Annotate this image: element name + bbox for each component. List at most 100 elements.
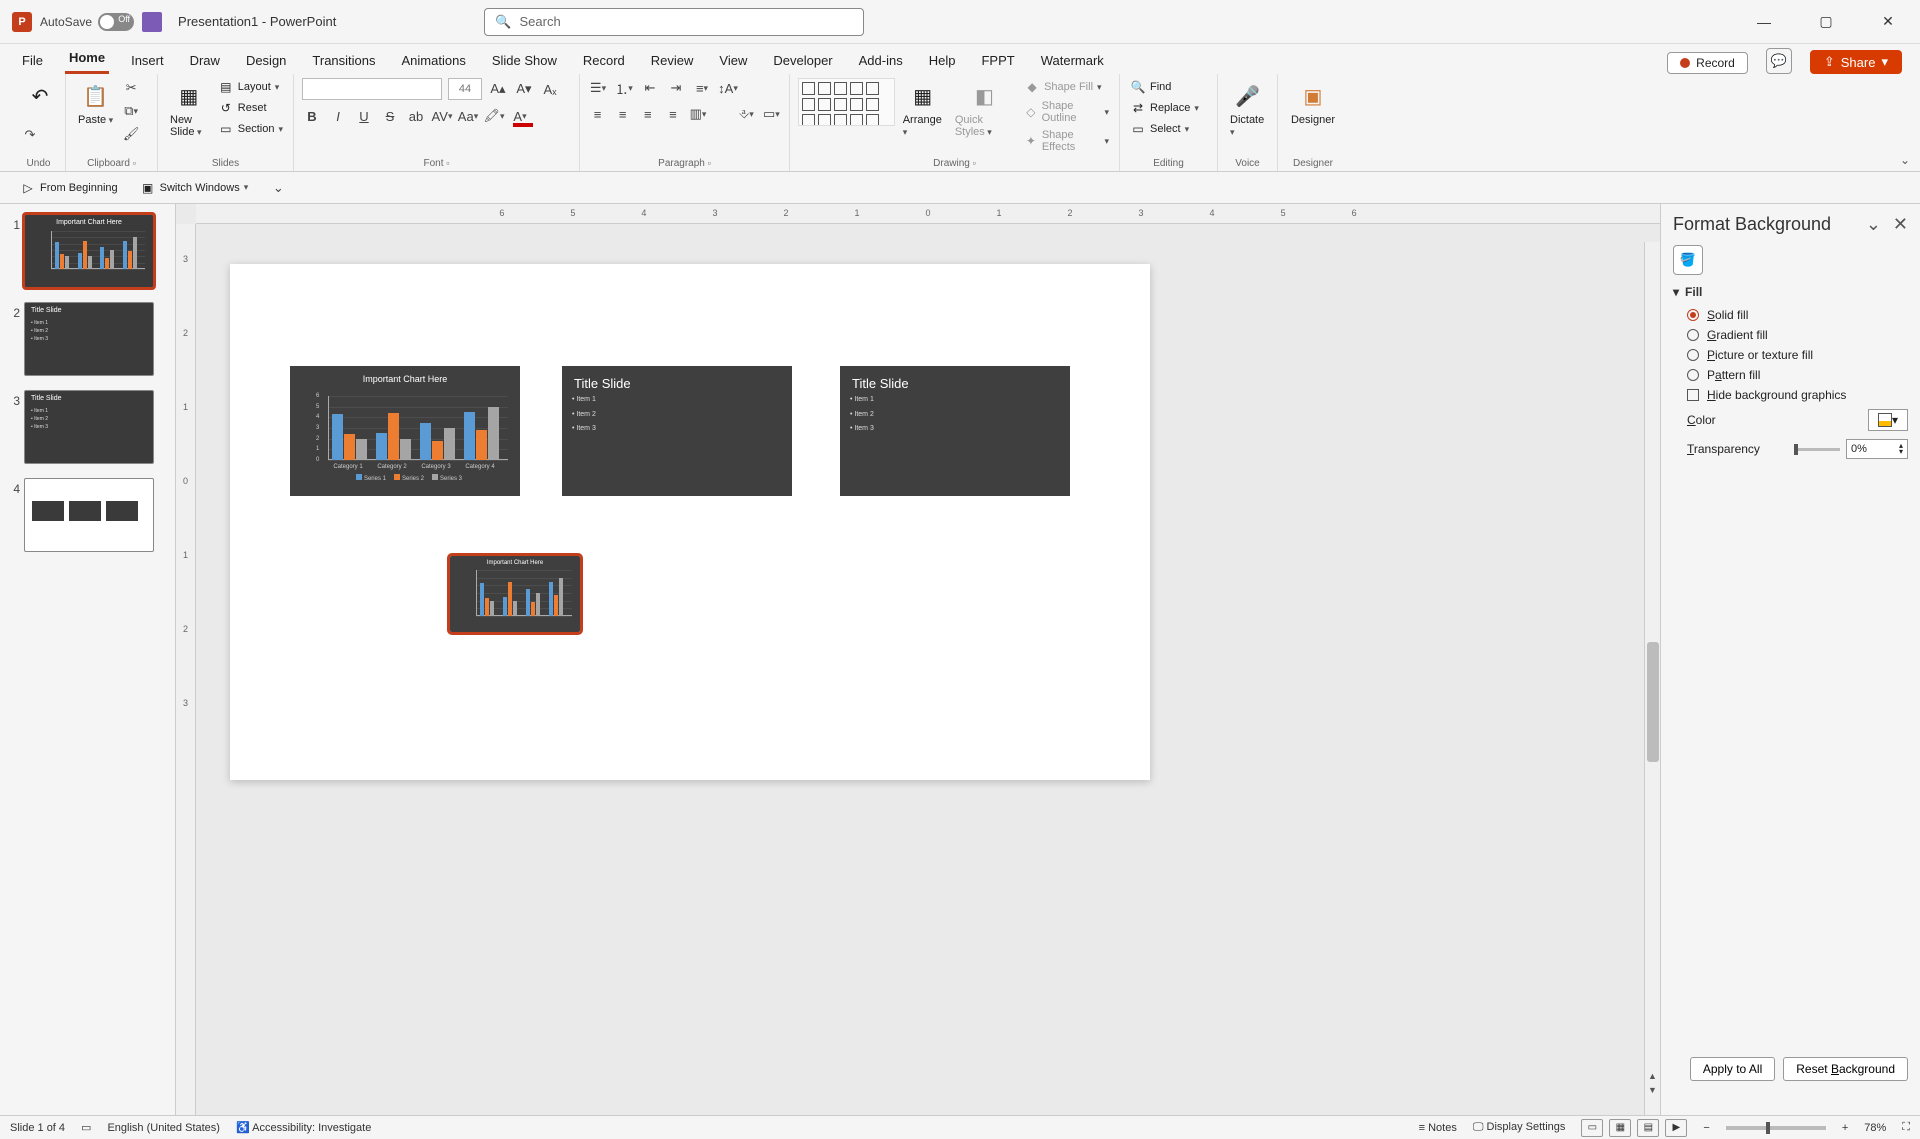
transparency-slider[interactable] — [1794, 448, 1840, 451]
italic-button[interactable]: I — [328, 106, 348, 126]
pane-close-button[interactable]: ✕ — [1893, 214, 1908, 235]
tab-addins[interactable]: Add-ins — [855, 48, 907, 74]
shapes-gallery[interactable] — [798, 78, 895, 126]
language-button[interactable]: English (United States) — [107, 1122, 220, 1134]
increase-font-button[interactable]: A▴ — [488, 79, 508, 99]
apply-to-all-button[interactable]: Apply to All — [1690, 1057, 1775, 1081]
scrollbar-thumb[interactable] — [1647, 642, 1659, 762]
char-spacing-button[interactable]: AV — [432, 106, 452, 126]
columns-button[interactable]: ▥ — [688, 104, 707, 124]
slideshow-view-button[interactable]: ▶ — [1665, 1119, 1687, 1137]
reset-button[interactable]: ↺Reset — [216, 99, 285, 117]
autosave-switch[interactable] — [98, 13, 134, 31]
reading-view-button[interactable]: ▤ — [1637, 1119, 1659, 1137]
decrease-indent-button[interactable]: ⇤ — [640, 78, 660, 98]
increase-indent-button[interactable]: ⇥ — [666, 78, 686, 98]
picture-fill-radio[interactable]: Picture or texture fill — [1673, 345, 1908, 365]
pattern-fill-radio[interactable]: Pattern fill — [1673, 365, 1908, 385]
quick-styles-button[interactable]: ◧Quick Styles — [951, 78, 1018, 140]
underline-button[interactable]: U — [354, 106, 374, 126]
redo-button[interactable]: ↷ — [20, 125, 40, 145]
align-text-button[interactable]: ⎀ — [737, 104, 756, 124]
justify-button[interactable]: ≡ — [663, 104, 682, 124]
text-direction-button[interactable]: ↕A — [718, 78, 738, 98]
transparency-input[interactable]: 0%▴▾ — [1846, 439, 1908, 459]
arrange-button[interactable]: ▦Arrange — [899, 78, 947, 140]
font-name-input[interactable] — [302, 78, 442, 100]
tab-record[interactable]: Record — [579, 48, 629, 74]
slide-thumb-4[interactable] — [24, 478, 154, 552]
autosave-toggle[interactable]: AutoSave — [40, 13, 134, 31]
line-spacing-button[interactable]: ≡ — [692, 78, 712, 98]
maximize-button[interactable]: ▢ — [1806, 2, 1846, 42]
tab-help[interactable]: Help — [925, 48, 960, 74]
shape-effects-button[interactable]: ✦Shape Effects — [1022, 128, 1111, 154]
bold-button[interactable]: B — [302, 106, 322, 126]
tab-home[interactable]: Home — [65, 45, 109, 74]
fill-section-toggle[interactable]: ▾Fill — [1673, 285, 1908, 299]
collapse-ribbon-button[interactable]: ⌄ — [1900, 153, 1910, 167]
fill-color-picker[interactable]: ▾ — [1868, 409, 1908, 431]
decrease-font-button[interactable]: A▾ — [514, 79, 534, 99]
zoom-level[interactable]: 78% — [1864, 1122, 1886, 1134]
format-painter-button[interactable]: 🖌 — [121, 124, 141, 144]
change-case-button[interactable]: Aa — [458, 106, 478, 126]
align-center-button[interactable]: ≡ — [613, 104, 632, 124]
copy-button[interactable]: ⧉ — [121, 101, 141, 121]
hide-bg-graphics-checkbox[interactable]: Hide background graphics — [1673, 385, 1908, 405]
accessibility-button[interactable]: ♿ Accessibility: Investigate — [236, 1121, 371, 1134]
fit-to-window-button[interactable]: ⛶ — [1902, 1121, 1910, 1134]
vertical-ruler[interactable]: 3210123 — [176, 224, 196, 1115]
align-left-button[interactable]: ≡ — [588, 104, 607, 124]
text-shadow-button[interactable]: ab — [406, 106, 426, 126]
normal-view-button[interactable]: ▭ — [1581, 1119, 1603, 1137]
shape-fill-button[interactable]: ◆Shape Fill — [1022, 78, 1111, 96]
share-button[interactable]: ⇪Share▾ — [1810, 50, 1902, 74]
search-input[interactable]: 🔍 Search — [484, 8, 864, 36]
shape-outline-button[interactable]: ◇Shape Outline — [1022, 99, 1111, 125]
font-size-input[interactable] — [448, 78, 482, 100]
tab-fppt[interactable]: FPPT — [977, 48, 1018, 74]
slide-canvas[interactable]: Important Chart Here 0123456Category 1Ca… — [230, 264, 1150, 780]
slide-thumb-2[interactable]: Title Slide • Item 1• Item 2• Item 3 — [24, 302, 154, 376]
slide-thumb-3[interactable]: Title Slide • Item 1• Item 2• Item 3 — [24, 390, 154, 464]
overview-slide-2[interactable]: Title Slide • Item 1 • Item 2 • Item 3 — [562, 366, 792, 496]
notes-button[interactable]: ≡ Notes — [1419, 1122, 1457, 1134]
tab-watermark[interactable]: Watermark — [1037, 48, 1108, 74]
zoom-in-button[interactable]: + — [1842, 1122, 1848, 1134]
qat-customize-button[interactable]: ⌄ — [268, 178, 288, 198]
select-button[interactable]: ▭Select — [1128, 120, 1209, 138]
replace-button[interactable]: ⇄Replace — [1128, 99, 1209, 117]
undo-button[interactable]: ↶ — [20, 78, 60, 114]
tab-file[interactable]: File — [18, 48, 47, 74]
slide-counter[interactable]: Slide 1 of 4 — [10, 1122, 65, 1134]
paste-button[interactable]: 📋 Paste — [74, 78, 117, 128]
dragged-slide-object[interactable]: Important Chart Here — [450, 556, 580, 632]
close-button[interactable]: ✕ — [1868, 2, 1908, 42]
reset-background-button[interactable]: Reset Background — [1783, 1057, 1908, 1081]
tab-design[interactable]: Design — [242, 48, 290, 74]
zoom-slider[interactable] — [1726, 1126, 1826, 1130]
dictate-button[interactable]: 🎤Dictate — [1226, 78, 1269, 140]
record-button[interactable]: Record — [1667, 52, 1748, 74]
designer-button[interactable]: ▣Designer — [1286, 78, 1340, 128]
solid-fill-radio[interactable]: Solid fill — [1673, 305, 1908, 325]
section-button[interactable]: ▭Section — [216, 120, 285, 138]
overview-slide-3[interactable]: Title Slide • Item 1 • Item 2 • Item 3 — [840, 366, 1070, 496]
smartart-button[interactable]: ▭ — [762, 104, 781, 124]
align-right-button[interactable]: ≡ — [638, 104, 657, 124]
vertical-scrollbar[interactable]: ▲ ▼ — [1644, 242, 1660, 1115]
slide-thumbnail-panel[interactable]: 1 Important Chart Here 2 Title Slide • I… — [0, 204, 176, 1115]
tab-view[interactable]: View — [715, 48, 751, 74]
switch-windows-button[interactable]: ▣Switch Windows — [138, 179, 251, 197]
tab-review[interactable]: Review — [647, 48, 698, 74]
cut-button[interactable]: ✂ — [121, 78, 141, 98]
clear-formatting-button[interactable]: Aₓ — [540, 79, 560, 99]
next-slide-button[interactable]: ▼ — [1648, 1085, 1657, 1095]
bullets-button[interactable]: ☰ — [588, 78, 608, 98]
prev-slide-button[interactable]: ▲ — [1648, 1071, 1657, 1081]
font-color-button[interactable]: A — [510, 106, 530, 126]
slide-thumb-1[interactable]: Important Chart Here — [24, 214, 154, 288]
minimize-button[interactable]: — — [1744, 2, 1784, 42]
highlight-button[interactable]: 🖍 — [484, 106, 504, 126]
